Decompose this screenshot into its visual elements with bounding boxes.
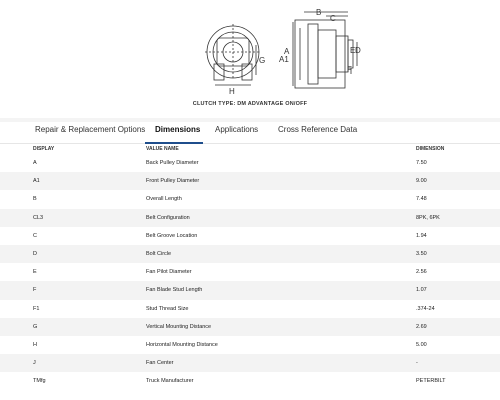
row-dimension: 7.48 xyxy=(416,196,427,203)
row-display: A1 xyxy=(33,178,40,185)
header-dimension: DIMENSION xyxy=(416,146,445,152)
tab-dimensions[interactable]: Dimensions xyxy=(155,125,200,134)
row-value-name: Vertical Mounting Distance xyxy=(146,323,212,330)
row-dimension: 9.00 xyxy=(416,178,427,185)
label-b: B xyxy=(316,8,321,17)
header-value-name: VALUE NAME xyxy=(146,146,179,152)
row-value-name: Stud Thread Size xyxy=(146,305,189,312)
row-display: TMfg xyxy=(33,378,46,385)
table-row: H Horizontal Mounting Distance 5.00 xyxy=(0,336,500,354)
table-row: B Overall Length 7.48 xyxy=(0,190,500,208)
row-value-name: Fan Pilot Diameter xyxy=(146,269,192,276)
row-display: A xyxy=(33,160,37,167)
row-display: F1 xyxy=(33,305,40,312)
table-row: C Belt Groove Location 1.94 xyxy=(0,227,500,245)
row-dimension: 1.07 xyxy=(416,287,427,294)
table-row: G Vertical Mounting Distance 2.69 xyxy=(0,317,500,336)
row-display: E xyxy=(33,269,37,276)
clutch-diagram: H G B C A A1 E D F CLUTCH TYPE: DM ADVAN… xyxy=(0,0,500,118)
label-c: C xyxy=(330,14,336,23)
row-dimension: PETERBILT xyxy=(416,378,446,385)
diagram-caption: CLUTCH TYPE: DM ADVANTAGE ON/OFF xyxy=(192,101,308,107)
label-g: G xyxy=(259,56,265,65)
row-dimension: 8PK, 6PK xyxy=(416,214,440,221)
table-row: TMfg Truck Manufacturer PETERBILT xyxy=(0,372,500,390)
row-value-name: Fan Blade Stud Length xyxy=(146,287,203,294)
table-row: E Fan Pilot Diameter 2.56 xyxy=(0,263,500,281)
label-f: F xyxy=(347,65,352,74)
table-row: A Back Pulley Diameter 7.50 xyxy=(0,154,500,172)
row-value-name: Belt Groove Location xyxy=(146,232,198,239)
label-h: H xyxy=(229,87,235,96)
table-row: A1 Front Pulley Diameter 9.00 xyxy=(0,172,500,191)
row-value-name: Horizontal Mounting Distance xyxy=(146,341,218,348)
row-value-name: Back Pulley Diameter xyxy=(146,160,199,167)
row-value-name: Truck Manufacturer xyxy=(146,378,194,385)
row-dimension: 7.50 xyxy=(416,160,427,167)
row-value-name: Belt Configuration xyxy=(146,214,190,221)
row-display: G xyxy=(33,323,38,330)
table-row: J Fan Center - xyxy=(0,354,500,373)
row-display: C xyxy=(33,232,37,239)
table-row: F Fan Blade Stud Length 1.07 xyxy=(0,281,500,300)
row-dimension: 2.56 xyxy=(416,269,427,276)
row-dimension: 3.50 xyxy=(416,251,427,258)
table-row: CL3 Belt Configuration 8PK, 6PK xyxy=(0,208,500,227)
row-dimension: 5.00 xyxy=(416,341,427,348)
row-dimension: .374-24 xyxy=(416,305,435,312)
label-a1: A1 xyxy=(279,55,289,64)
row-value-name: Front Pulley Diameter xyxy=(146,178,200,185)
tab-repair-replacement-options[interactable]: Repair & Replacement Options xyxy=(35,125,145,134)
row-display: B xyxy=(33,196,37,203)
row-display: CL3 xyxy=(33,214,44,221)
row-dimension: 2.69 xyxy=(416,323,427,330)
dimensions-table: DISPLAY VALUE NAME DIMENSION A Back Pull… xyxy=(0,144,500,390)
tab-cross-reference-data[interactable]: Cross Reference Data xyxy=(278,125,357,134)
header-display: DISPLAY xyxy=(33,146,55,152)
row-dimension: - xyxy=(416,360,418,367)
row-value-name: Overall Length xyxy=(146,196,182,203)
table-row: D Bolt Circle 3.50 xyxy=(0,244,500,264)
row-display: H xyxy=(33,341,37,348)
row-display: F xyxy=(33,287,37,294)
row-display: J xyxy=(33,360,36,367)
table-header: DISPLAY VALUE NAME DIMENSION xyxy=(0,144,500,154)
table-row: F1 Stud Thread Size .374-24 xyxy=(0,300,500,318)
row-display: D xyxy=(33,251,37,258)
tab-applications[interactable]: Applications xyxy=(215,125,258,134)
row-dimension: 1.94 xyxy=(416,232,427,239)
row-value-name: Fan Center xyxy=(146,360,174,367)
label-d: D xyxy=(355,46,361,55)
tab-bar: Repair & Replacement Options Dimensions … xyxy=(0,122,500,138)
row-value-name: Bolt Circle xyxy=(146,251,172,258)
